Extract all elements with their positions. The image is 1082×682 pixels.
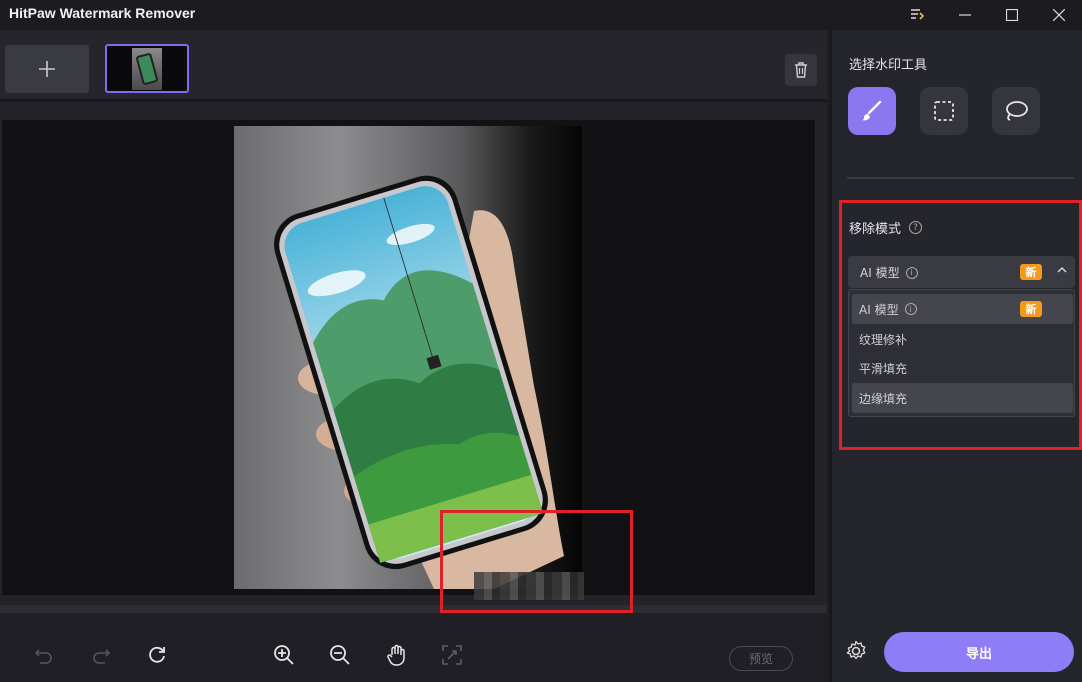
mode-select[interactable]: AI 模型 i 新 bbox=[848, 256, 1075, 288]
rect-select-tool-button[interactable] bbox=[920, 87, 968, 135]
trash-icon bbox=[795, 62, 807, 78]
panel-divider bbox=[847, 177, 1074, 179]
lasso-icon bbox=[1006, 101, 1028, 121]
thumbnail-strip bbox=[0, 30, 827, 102]
mode-option-edge[interactable]: 边缘填充 bbox=[852, 383, 1073, 413]
mode-select-value: AI 模型 i bbox=[860, 264, 918, 281]
settings-button[interactable] bbox=[844, 639, 868, 663]
help-icon[interactable]: ? bbox=[909, 221, 923, 234]
mode-option-smooth[interactable]: 平滑填充 bbox=[852, 353, 1073, 383]
watermark-highlight-box bbox=[440, 510, 633, 613]
bottom-toolbar: 预览 bbox=[0, 613, 827, 682]
thumbnail-phone bbox=[135, 52, 159, 86]
info-icon: i bbox=[904, 303, 917, 315]
zoom-out-icon[interactable] bbox=[325, 640, 355, 670]
undo-icon[interactable] bbox=[29, 640, 59, 670]
preview-button[interactable]: 预览 bbox=[729, 646, 793, 671]
mode-option-label: AI 模型 bbox=[859, 302, 899, 317]
chevron-up-icon bbox=[1057, 266, 1067, 273]
image-canvas[interactable] bbox=[2, 120, 815, 600]
refresh-icon[interactable] bbox=[142, 640, 172, 670]
new-badge: 新 bbox=[1020, 301, 1042, 317]
thumbnail-preview bbox=[132, 48, 162, 90]
mode-option-label: 平滑填充 bbox=[859, 361, 908, 376]
export-button[interactable]: 导出 bbox=[884, 632, 1074, 672]
title-bar: HitPaw Watermark Remover bbox=[0, 0, 1082, 30]
delete-button[interactable] bbox=[785, 54, 817, 86]
rect-select-icon bbox=[934, 101, 954, 121]
hand-icon[interactable] bbox=[382, 640, 412, 670]
editor-pane: 预览 bbox=[0, 30, 827, 682]
redo-icon[interactable] bbox=[86, 640, 116, 670]
mode-section-title: 移除模式 bbox=[849, 222, 902, 237]
mode-option-label: 边缘填充 bbox=[859, 391, 908, 406]
maximize-icon[interactable] bbox=[989, 0, 1035, 30]
app-title: HitPaw Watermark Remover bbox=[9, 5, 196, 21]
fit-screen-icon[interactable] bbox=[437, 640, 467, 670]
gear-icon bbox=[846, 640, 866, 660]
brush-tool-button[interactable] bbox=[848, 87, 896, 135]
pin-icon[interactable] bbox=[894, 0, 940, 30]
mode-section-header: 移除模式 ? bbox=[849, 218, 923, 237]
mode-option-label: 纹理修补 bbox=[859, 332, 908, 347]
info-icon[interactable]: i bbox=[905, 266, 918, 279]
brush-icon bbox=[862, 100, 882, 121]
mode-option-ai[interactable]: AI 模型 i 新 bbox=[852, 294, 1073, 324]
mode-option-texture[interactable]: 纹理修补 bbox=[852, 324, 1073, 354]
horizontal-scrollbar[interactable] bbox=[0, 605, 827, 613]
lasso-tool-button[interactable] bbox=[992, 87, 1040, 135]
selected-mode-label: AI 模型 bbox=[860, 266, 900, 280]
close-icon[interactable] bbox=[1036, 0, 1082, 30]
new-badge: 新 bbox=[1020, 264, 1042, 280]
image-thumbnail[interactable] bbox=[105, 44, 189, 93]
minimize-icon[interactable] bbox=[942, 0, 988, 30]
mode-dropdown-menu: AI 模型 i 新 纹理修补 平滑填充 边缘填充 bbox=[848, 289, 1075, 417]
settings-panel: 选择水印工具 移除模式 ? AI 模型 i 新 AI 模型 i 新 纹理修补 平… bbox=[830, 30, 1082, 682]
tool-section-title: 选择水印工具 bbox=[849, 58, 928, 73]
zoom-in-icon[interactable] bbox=[269, 640, 299, 670]
add-image-button[interactable] bbox=[5, 45, 89, 93]
plus-icon bbox=[39, 61, 55, 77]
